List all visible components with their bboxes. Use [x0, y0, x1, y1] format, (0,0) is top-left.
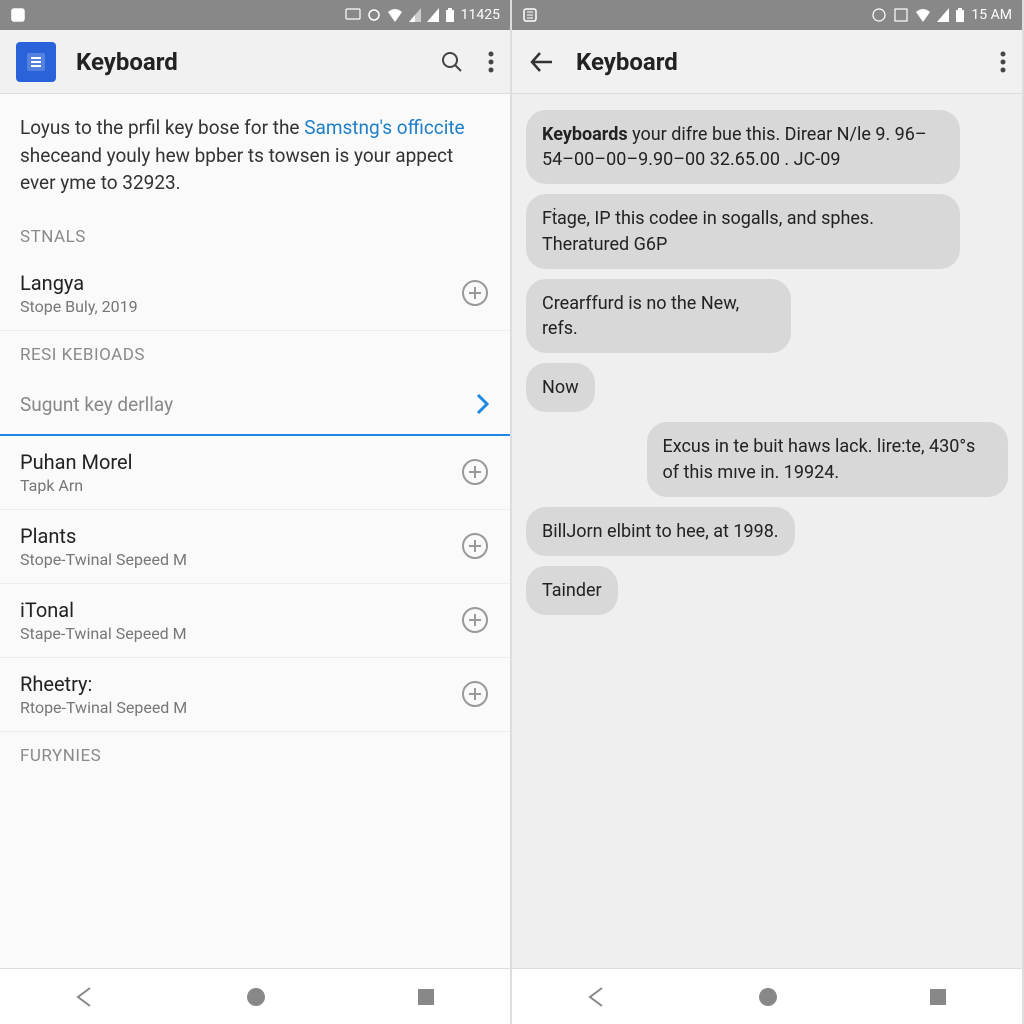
circle-icon [367, 8, 381, 22]
message-bubble[interactable]: Excus in te buit haws lack. lire:te, 430… [647, 422, 1009, 496]
list-item-title: Rheetry: [20, 672, 460, 696]
toolbar: Keyboard [0, 30, 510, 94]
message-bubble[interactable]: BillJorn elbint to hee, at 1998. [526, 507, 795, 556]
list-item[interactable]: Puhan Morel Tapk Arn [0, 436, 510, 510]
page-title: Keyboard [76, 48, 420, 76]
list-item-subtitle: Stope-Twinal Sepeed M [20, 550, 460, 569]
toolbar: Keyboard [512, 30, 1022, 94]
message-text: Now [542, 377, 579, 398]
back-icon[interactable] [528, 48, 556, 76]
notification-icon [522, 7, 538, 23]
app-icon[interactable] [16, 42, 56, 82]
message-text: Tainder [542, 580, 602, 601]
left-screen: 11425 Keyboard Loyus to the prfil key bo… [0, 0, 512, 1024]
nav-item-label: Sugunt key derllay [20, 393, 476, 416]
nav-bar [512, 968, 1022, 1024]
message-text: Excus in te buit haws lack. lire:te, 430… [663, 436, 976, 482]
signal-icon-2 [427, 8, 439, 22]
nav-item-sugunt[interactable]: Sugunt key derllay [0, 375, 510, 436]
home-nav-icon[interactable] [757, 986, 779, 1008]
add-icon[interactable] [460, 457, 490, 487]
more-icon[interactable] [488, 51, 494, 73]
battery-icon [955, 8, 965, 22]
add-icon[interactable] [460, 531, 490, 561]
back-nav-icon[interactable] [74, 986, 96, 1008]
battery-icon [445, 8, 455, 22]
add-icon[interactable] [460, 605, 490, 635]
chevron-right-icon [476, 393, 490, 415]
list-item-subtitle: Rtope-Twinal Sepeed M [20, 698, 460, 717]
cast-icon [345, 7, 361, 23]
list-item[interactable]: Rheetry: Rtope-Twinal Sepeed M [0, 658, 510, 732]
icon1 [871, 7, 887, 23]
message-bubble[interactable]: Keyboards your difre bue this. Direar N/… [526, 110, 960, 184]
signal-icon [937, 8, 949, 22]
list-item-subtitle: Stope Buly, 2019 [20, 297, 460, 316]
status-time: 15 AM [971, 7, 1012, 23]
wifi-icon [915, 8, 931, 22]
chat-content: Keyboards your difre bue this. Direar N/… [512, 94, 1022, 968]
link-text[interactable]: Samstng's officcite [304, 116, 464, 139]
status-bar: 15 AM [512, 0, 1022, 30]
list-item-subtitle: Tapk Arn [20, 476, 460, 495]
list-item-langya[interactable]: Langya Stope Buly, 2019 [0, 257, 510, 331]
icon2 [893, 7, 909, 23]
section-header-stnals: STNALS [0, 213, 510, 257]
list-item-title: Puhan Morel [20, 450, 460, 474]
message-bubble[interactable]: Tainder [526, 566, 618, 615]
list-item-title: Plants [20, 524, 460, 548]
message-text: BillJorn elbint to hee, at 1998. [542, 521, 779, 542]
message-bubble[interactable]: Crearffurd is no the New, refs. [526, 279, 791, 353]
add-icon[interactable] [460, 278, 490, 308]
section-header-furynies: FURYNIES [0, 732, 510, 776]
message-bubble[interactable]: Now [526, 363, 595, 412]
page-title: Keyboard [576, 48, 980, 76]
message-text: Crearffurd is no the New, refs. [542, 293, 739, 339]
message-text: Fṫage, IP this codee in sogalls, and sph… [542, 208, 874, 254]
section-header-resi: RESI KEBIOADS [0, 331, 510, 375]
description-text: Loyus to the prfil key bose for the Sams… [0, 94, 510, 213]
notification-icon [10, 7, 26, 23]
message-bubble[interactable]: Fṫage, IP this codee in sogalls, and sph… [526, 194, 960, 268]
list-item-title: iTonal [20, 598, 460, 622]
add-icon[interactable] [460, 679, 490, 709]
content: Loyus to the prfil key bose for the Sams… [0, 94, 510, 968]
status-time: 11425 [461, 7, 500, 23]
wifi-icon [387, 8, 403, 22]
list-item-title: Langya [20, 271, 460, 295]
search-icon[interactable] [440, 50, 464, 74]
home-nav-icon[interactable] [245, 986, 267, 1008]
nav-bar [0, 968, 510, 1024]
list-item-subtitle: Stape-Twinal Sepeed M [20, 624, 460, 643]
status-bar: 11425 [0, 0, 510, 30]
message-bold: Keyboards [542, 124, 628, 145]
back-nav-icon[interactable] [586, 986, 608, 1008]
recent-nav-icon[interactable] [928, 987, 948, 1007]
list-item[interactable]: Plants Stope-Twinal Sepeed M [0, 510, 510, 584]
recent-nav-icon[interactable] [416, 987, 436, 1007]
more-icon[interactable] [1000, 51, 1006, 73]
signal-icon [409, 8, 421, 22]
right-screen: 15 AM Keyboard Keyboards your difre bue … [512, 0, 1024, 1024]
list-item[interactable]: iTonal Stape-Twinal Sepeed M [0, 584, 510, 658]
